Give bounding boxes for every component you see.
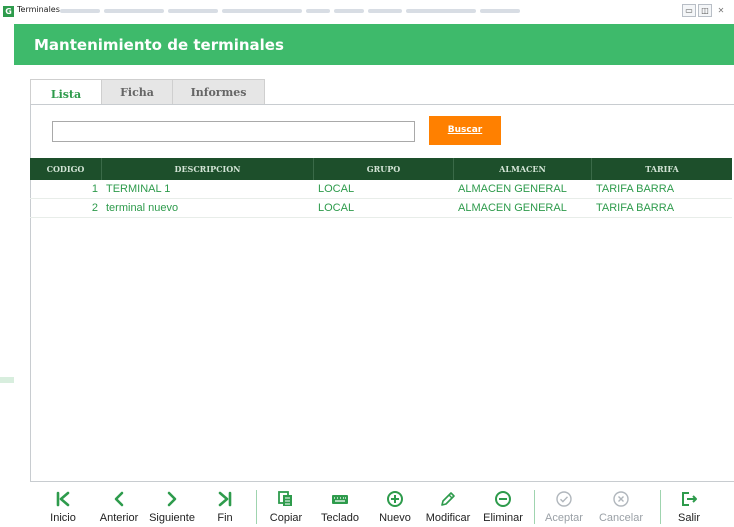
previous-icon bbox=[94, 490, 144, 510]
teclado-button[interactable]: Teclado bbox=[318, 487, 362, 527]
cell-codigo: 2 bbox=[91, 202, 98, 214]
inicio-label: Inicio bbox=[50, 512, 76, 524]
salir-label: Salir bbox=[677, 512, 700, 524]
blurred-title-info bbox=[334, 9, 364, 13]
fin-label: Fin bbox=[217, 512, 233, 524]
tab-informes[interactable]: Informes bbox=[173, 79, 265, 105]
edit-pencil-icon bbox=[422, 490, 474, 510]
last-record-icon bbox=[210, 490, 240, 510]
exit-icon bbox=[674, 490, 704, 510]
tab-bar: Lista Ficha Informes bbox=[30, 79, 265, 105]
siguiente-button[interactable]: Siguiente bbox=[146, 487, 198, 527]
blurred-title-info bbox=[480, 9, 520, 13]
table-header: CODIGO DESCRIPCION GRUPO ALMACEN TARIFA bbox=[30, 158, 732, 180]
remove-icon bbox=[480, 490, 526, 510]
fin-button[interactable]: Fin bbox=[210, 487, 240, 527]
eliminar-label: Eliminar bbox=[483, 512, 523, 524]
anterior-label: Anterior bbox=[99, 512, 139, 524]
blurred-title-info bbox=[306, 9, 330, 13]
left-marker bbox=[0, 377, 14, 383]
tab-ficha[interactable]: Ficha bbox=[102, 79, 173, 105]
blurred-title-info bbox=[368, 9, 402, 13]
window-title: Terminales bbox=[17, 5, 60, 14]
cell-tarifa: TARIFA BARRA bbox=[596, 183, 675, 195]
app-logo-icon: G bbox=[3, 6, 14, 17]
cell-descripcion: terminal nuevo bbox=[106, 202, 179, 214]
bottom-toolbar: Inicio Anterior Siguiente Fin Copiar Tec… bbox=[30, 487, 734, 527]
blurred-title-info bbox=[168, 9, 218, 13]
window-title-bar: G Terminales ▭ ◫ ✕ bbox=[0, 0, 734, 24]
close-icon[interactable]: ✕ bbox=[714, 4, 728, 17]
cell-almacen: ALMACEN GENERAL bbox=[458, 202, 567, 214]
page-title: Mantenimiento de terminales bbox=[34, 36, 284, 54]
nuevo-label: Nuevo bbox=[379, 512, 411, 524]
left-margin bbox=[0, 65, 14, 527]
next-icon bbox=[146, 490, 198, 510]
terminals-table: CODIGO DESCRIPCION GRUPO ALMACEN TARIFA … bbox=[30, 158, 732, 218]
search-input[interactable] bbox=[52, 121, 415, 142]
cancelar-button[interactable]: Cancelar bbox=[596, 487, 646, 527]
table-row[interactable]: 2 terminal nuevo LOCAL ALMACEN GENERAL T… bbox=[30, 199, 732, 218]
window-controls: ▭ ◫ ✕ bbox=[682, 4, 728, 17]
nuevo-button[interactable]: Nuevo bbox=[374, 487, 416, 527]
keyboard-icon bbox=[318, 490, 362, 510]
cell-descripcion: TERMINAL 1 bbox=[106, 183, 171, 195]
check-circle-icon bbox=[542, 490, 586, 510]
blurred-title-info bbox=[104, 9, 164, 13]
column-header-codigo[interactable]: CODIGO bbox=[30, 158, 102, 180]
eliminar-button[interactable]: Eliminar bbox=[480, 487, 526, 527]
minimize-icon[interactable]: ▭ bbox=[682, 4, 696, 17]
copiar-label: Copiar bbox=[269, 512, 303, 524]
cell-grupo: LOCAL bbox=[318, 202, 355, 214]
column-header-grupo[interactable]: GRUPO bbox=[314, 158, 454, 180]
cell-codigo: 1 bbox=[91, 183, 98, 195]
column-header-descripcion[interactable]: DESCRIPCION bbox=[102, 158, 314, 180]
modificar-label: Modificar bbox=[425, 512, 471, 524]
maximize-icon[interactable]: ◫ bbox=[698, 4, 712, 17]
aceptar-button[interactable]: Aceptar bbox=[542, 487, 586, 527]
toolbar-separator bbox=[534, 490, 535, 524]
teclado-label: Teclado bbox=[321, 512, 359, 524]
page-header: Mantenimiento de terminales bbox=[14, 24, 734, 65]
blurred-title-info bbox=[60, 9, 100, 13]
search-button[interactable]: Buscar bbox=[429, 116, 501, 145]
cell-grupo: LOCAL bbox=[318, 183, 355, 195]
siguiente-label: Siguiente bbox=[149, 512, 195, 524]
cancelar-label: Cancelar bbox=[598, 512, 644, 524]
column-header-almacen[interactable]: ALMACEN bbox=[454, 158, 592, 180]
copy-icon bbox=[266, 490, 306, 510]
blurred-title-info bbox=[222, 9, 302, 13]
toolbar-separator bbox=[660, 490, 661, 524]
cell-almacen: ALMACEN GENERAL bbox=[458, 183, 567, 195]
salir-button[interactable]: Salir bbox=[674, 487, 704, 527]
first-record-icon bbox=[44, 490, 82, 510]
table-row[interactable]: 1 TERMINAL 1 LOCAL ALMACEN GENERAL TARIF… bbox=[30, 180, 732, 199]
copiar-button[interactable]: Copiar bbox=[266, 487, 306, 527]
toolbar-separator bbox=[256, 490, 257, 524]
tab-lista[interactable]: Lista bbox=[30, 79, 102, 105]
modificar-button[interactable]: Modificar bbox=[422, 487, 474, 527]
cell-tarifa: TARIFA BARRA bbox=[596, 202, 675, 214]
add-icon bbox=[374, 490, 416, 510]
blurred-title-info bbox=[406, 9, 476, 13]
inicio-button[interactable]: Inicio bbox=[44, 487, 82, 527]
cancel-circle-icon bbox=[596, 490, 646, 510]
aceptar-label: Aceptar bbox=[545, 512, 583, 524]
anterior-button[interactable]: Anterior bbox=[94, 487, 144, 527]
column-header-tarifa[interactable]: TARIFA bbox=[592, 158, 732, 180]
